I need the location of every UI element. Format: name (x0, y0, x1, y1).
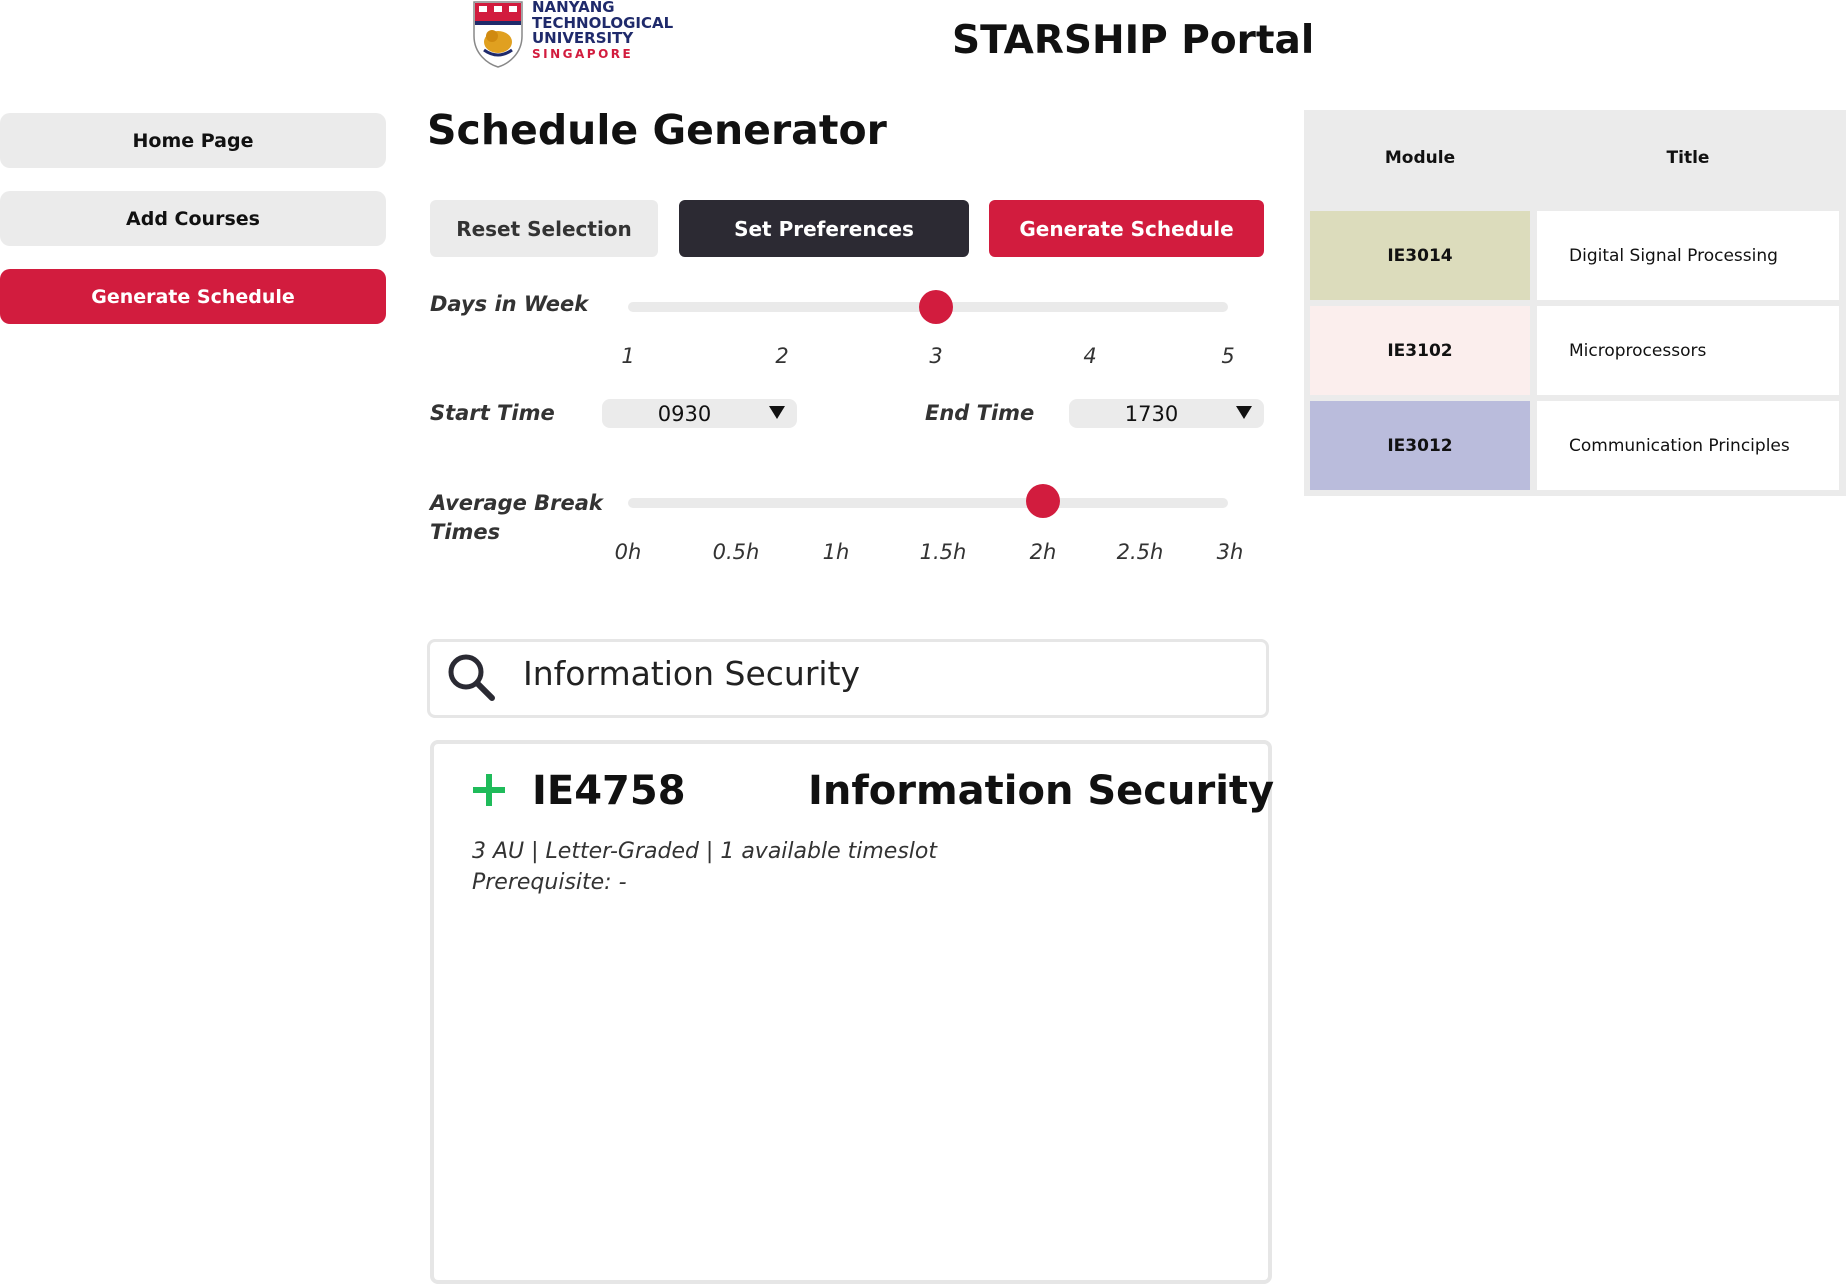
sidebar-item-home[interactable]: Home Page (0, 113, 386, 168)
break-times-label: Average Break Times (430, 489, 603, 547)
start-time-label: Start Time (430, 401, 555, 425)
table-row-module: IE3102 (1310, 306, 1530, 395)
plus-icon[interactable] (473, 774, 505, 806)
reset-selection-button[interactable]: Reset Selection (430, 200, 658, 257)
break-tick: 0h (614, 540, 642, 564)
break-times-slider-track[interactable] (628, 498, 1228, 508)
days-tick: 3 (929, 344, 943, 368)
end-time-dropdown[interactable]: 1730 (1069, 399, 1264, 428)
sidebar-item-generate-schedule[interactable]: Generate Schedule (0, 269, 386, 324)
logo-line-4: SINGAPORE (532, 46, 634, 61)
break-tick: 2.5h (1116, 540, 1164, 564)
set-preferences-button[interactable]: Set Preferences (679, 200, 969, 257)
page-title: Schedule Generator (427, 106, 887, 154)
search-input[interactable]: Information Security (523, 654, 860, 693)
table-header-title: Title (1666, 148, 1710, 168)
start-time-value: 0930 (657, 401, 712, 426)
portal-title: STARSHIP Portal (952, 18, 1315, 63)
course-prerequisite: Prerequisite: - (472, 870, 627, 895)
chevron-down-icon (769, 406, 785, 419)
break-times-label-line2: Times (430, 520, 501, 544)
ntu-crest-icon (473, 1, 523, 68)
table-row-title: Digital Signal Processing (1537, 211, 1839, 300)
course-code: IE4758 (532, 768, 686, 814)
break-tick: 0.5h (712, 540, 760, 564)
table-row-module: IE3012 (1310, 401, 1530, 490)
break-times-slider-thumb[interactable] (1026, 484, 1060, 518)
break-tick: 1.5h (919, 540, 967, 564)
logo-line-3: UNIVERSITY (532, 29, 634, 47)
course-details: 3 AU | Letter-Graded | 1 available times… (472, 839, 937, 864)
generate-schedule-button[interactable]: Generate Schedule (989, 200, 1264, 257)
table-row-title: Communication Principles (1537, 401, 1839, 490)
search-icon[interactable] (446, 652, 496, 702)
start-time-dropdown[interactable]: 0930 (602, 399, 797, 428)
course-title: Information Security (808, 768, 1275, 814)
break-tick: 1h (822, 540, 850, 564)
search-result-card (430, 740, 1272, 1284)
table-row-title: Microprocessors (1537, 306, 1839, 395)
days-tick: 2 (775, 344, 789, 368)
break-times-label-line1: Average Break (430, 491, 603, 515)
end-time-label: End Time (925, 401, 1035, 425)
table-header-module: Module (1384, 148, 1456, 168)
days-in-week-label: Days in Week (430, 292, 589, 316)
break-tick: 3h (1216, 540, 1244, 564)
days-in-week-slider-thumb[interactable] (919, 290, 953, 324)
days-tick: 1 (621, 344, 635, 368)
end-time-value: 1730 (1124, 401, 1179, 426)
sidebar-item-add-courses[interactable]: Add Courses (0, 191, 386, 246)
days-tick: 4 (1083, 344, 1097, 368)
break-tick: 2h (1029, 540, 1057, 564)
days-tick: 5 (1221, 344, 1235, 368)
chevron-down-icon (1236, 406, 1252, 419)
course-meta: 3 AU | Letter-Graded | 1 available times… (472, 836, 937, 898)
table-row-module: IE3014 (1310, 211, 1530, 300)
university-logo: NANYANG TECHNOLOGICAL UNIVERSITY SINGAPO… (470, 0, 673, 68)
